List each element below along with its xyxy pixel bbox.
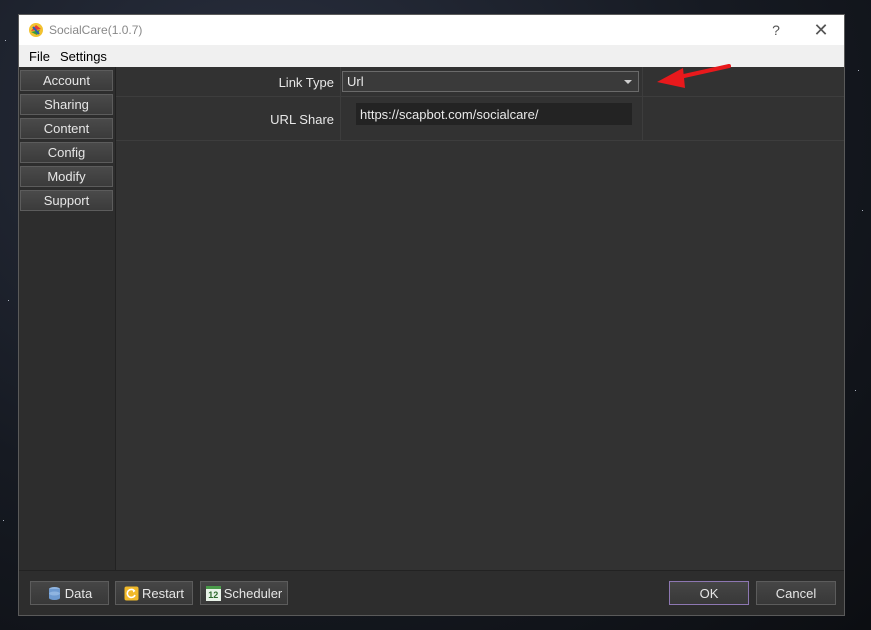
link-type-value: Url [347, 74, 364, 89]
main-area: Account Sharing Content Config Modify Su… [19, 67, 844, 571]
url-share-input[interactable] [356, 103, 632, 125]
app-window: SocialCare(1.0.7) ? ✕ File Settings Acco… [18, 14, 845, 616]
sidebar-item-sharing[interactable]: Sharing [20, 94, 113, 115]
link-type-dropdown[interactable]: Url [342, 71, 639, 92]
scheduler-button-label: Scheduler [223, 585, 283, 601]
close-button[interactable]: ✕ [798, 15, 844, 45]
data-button-label: Data [64, 585, 93, 601]
window-title: SocialCare(1.0.7) [49, 23, 143, 37]
calendar-icon: 12 [205, 585, 221, 601]
restart-button-label: Restart [142, 585, 184, 601]
chevron-down-icon [624, 80, 632, 84]
cancel-button[interactable]: Cancel [756, 581, 836, 605]
link-type-label: Link Type [278, 75, 334, 90]
sidebar-item-support[interactable]: Support [20, 190, 113, 211]
menu-settings[interactable]: Settings [55, 49, 112, 64]
sidebar-item-content[interactable]: Content [20, 118, 113, 139]
bottom-toolbar: Data Restart 12 Scheduler OK Cancel [19, 570, 844, 615]
help-button[interactable]: ? [753, 15, 799, 45]
sidebar-item-modify[interactable]: Modify [20, 166, 113, 187]
app-logo-icon [29, 23, 43, 37]
title-bar: SocialCare(1.0.7) ? ✕ [19, 15, 844, 45]
sidebar-item-account[interactable]: Account [20, 70, 113, 91]
restart-icon [124, 586, 139, 600]
data-button[interactable]: Data [30, 581, 109, 605]
restart-button[interactable]: Restart [115, 581, 193, 605]
database-icon [48, 586, 60, 600]
url-share-row: URL Share [116, 97, 844, 141]
settings-panel: Link Type Url URL Share [116, 67, 844, 571]
url-share-label: URL Share [270, 112, 334, 127]
menu-file[interactable]: File [24, 49, 55, 64]
sidebar-item-config[interactable]: Config [20, 142, 113, 163]
scheduler-button[interactable]: 12 Scheduler [200, 581, 288, 605]
annotation-arrow-icon [657, 64, 731, 88]
sidebar: Account Sharing Content Config Modify Su… [19, 67, 116, 571]
ok-button[interactable]: OK [669, 581, 749, 605]
